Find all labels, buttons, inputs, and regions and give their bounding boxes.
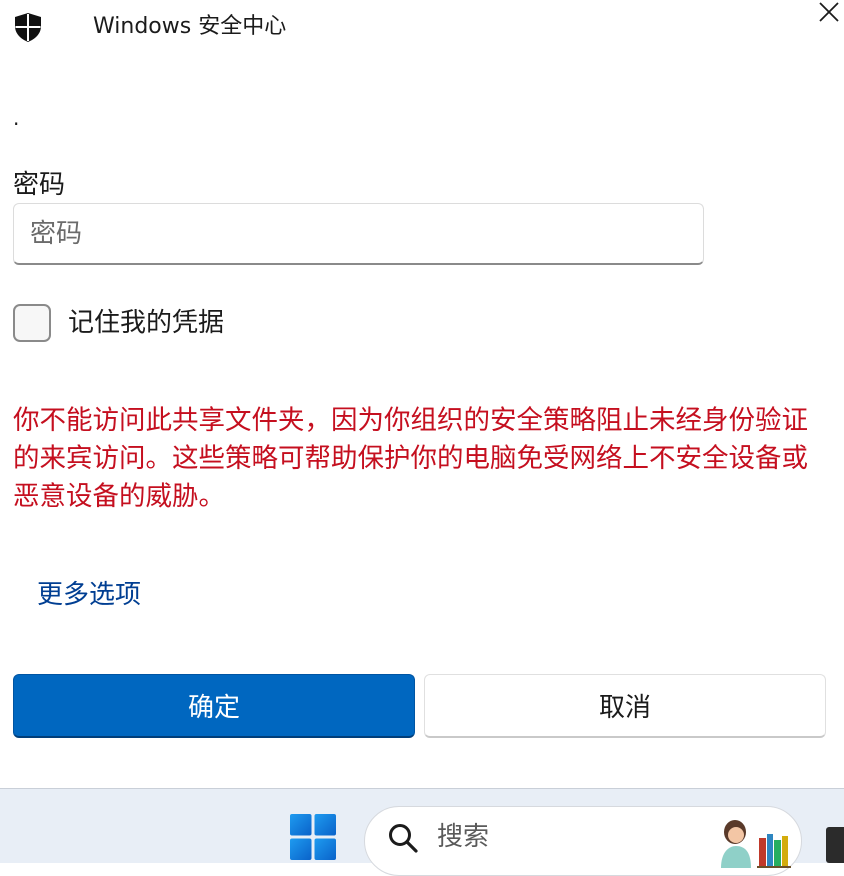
ok-button[interactable]: 确定 (13, 674, 415, 738)
search-highlight-illustration-icon (721, 820, 791, 868)
more-options-link[interactable]: 更多选项 (37, 577, 141, 613)
taskbar-search-box[interactable]: 搜索 (364, 806, 802, 876)
shield-icon (15, 13, 41, 42)
windows-start-icon[interactable] (290, 814, 336, 860)
cancel-button[interactable]: 取消 (424, 674, 826, 738)
password-label: 密码 (13, 170, 66, 200)
remember-credentials-option[interactable]: 记住我的凭据 (13, 303, 224, 343)
taskbar-app-icon[interactable] (826, 827, 844, 863)
username-text: . (13, 106, 20, 130)
window-title: Windows 安全中心 (93, 14, 287, 39)
credential-dialog: Windows 安全中心 . 密码 记住我的凭据 你不能访问此共享文件夹，因为你… (0, 0, 844, 788)
taskbar: 搜索 (0, 788, 844, 876)
search-icon (389, 824, 418, 853)
remember-label: 记住我的凭据 (68, 308, 225, 338)
password-field[interactable] (13, 203, 704, 265)
close-button[interactable] (812, 0, 844, 26)
close-icon (819, 2, 839, 22)
error-message: 你不能访问此共享文件夹，因为你组织的安全策略阻止未经身份验证的来宾访问。这些策略… (13, 405, 808, 512)
search-placeholder: 搜索 (437, 822, 490, 852)
remember-checkbox[interactable] (13, 304, 51, 342)
